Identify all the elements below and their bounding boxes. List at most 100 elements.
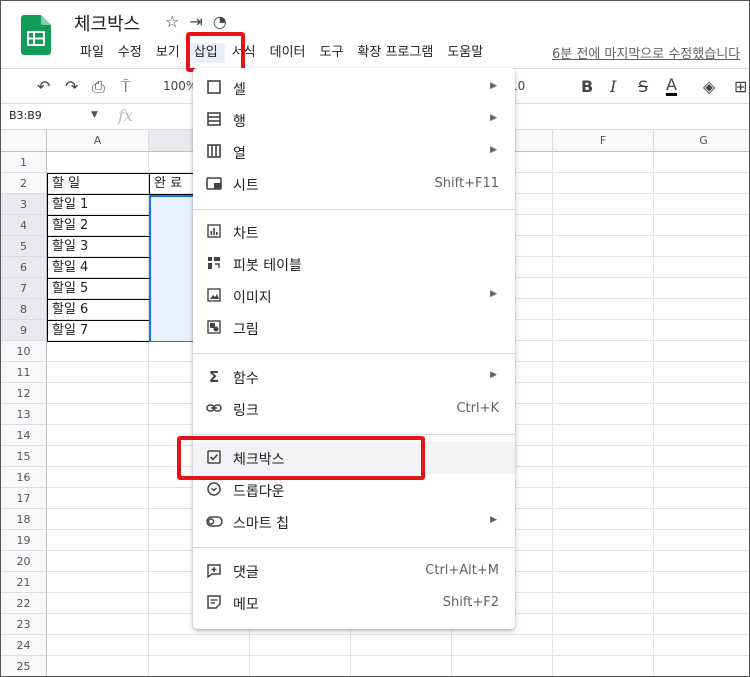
name-box[interactable]: B3:B9 xyxy=(9,109,42,122)
row-header-17[interactable]: 17 xyxy=(1,488,47,509)
row-header-4[interactable]: 4 xyxy=(1,215,47,236)
text-color-button[interactable]: A xyxy=(666,77,677,96)
drawing-icon xyxy=(206,320,222,336)
undo-icon[interactable]: ↶ xyxy=(37,77,50,96)
submenu-arrow-icon: ▶ xyxy=(490,370,497,380)
menu-item-image[interactable]: 이미지 ▶ xyxy=(193,280,515,312)
menu-item-pivot-label: 피봇 테이블 xyxy=(233,258,302,274)
row-header-18[interactable]: 18 xyxy=(1,509,47,530)
select-all-corner[interactable] xyxy=(1,130,47,152)
menu-tools[interactable]: 도구 xyxy=(313,43,351,63)
menu-item-function-label: 함수 xyxy=(233,371,259,387)
row-header-6[interactable]: 6 xyxy=(1,257,47,278)
menu-item-comment[interactable]: 댓글 Ctrl+Alt+M xyxy=(193,555,515,587)
italic-button[interactable]: I xyxy=(610,77,616,96)
redo-icon[interactable]: ↷ xyxy=(65,77,78,96)
name-box-dropdown-icon[interactable]: ▼ xyxy=(91,110,98,120)
menu-item-image-label: 이미지 xyxy=(233,290,272,306)
row-header-24[interactable]: 24 xyxy=(1,635,47,656)
row-header-14[interactable]: 14 xyxy=(1,425,47,446)
paint-format-icon[interactable]: ⍑ xyxy=(121,77,131,97)
menu-extensions[interactable]: 확장 프로그램 xyxy=(350,43,440,63)
menu-item-cell[interactable]: 셀 ▶ xyxy=(193,72,515,104)
column-header-f[interactable]: F xyxy=(553,130,654,152)
borders-icon[interactable]: ⊞ xyxy=(734,77,747,96)
column-header-g[interactable]: G xyxy=(654,130,749,152)
row-header-2[interactable]: 2 xyxy=(1,173,47,194)
menu-item-note-shortcut: Shift+F2 xyxy=(442,595,499,610)
menu-divider xyxy=(193,209,515,210)
menu-file[interactable]: 파일 xyxy=(73,43,111,63)
menu-view[interactable]: 보기 xyxy=(149,43,187,63)
row-header-13[interactable]: 13 xyxy=(1,404,47,425)
sheets-logo-icon[interactable] xyxy=(21,15,51,55)
print-icon[interactable]: ⎙ xyxy=(92,77,105,97)
menu-item-drawing[interactable]: 그림 xyxy=(193,312,515,344)
star-icon[interactable]: ☆ xyxy=(165,12,179,31)
menu-item-link-shortcut: Ctrl+K xyxy=(456,401,499,416)
move-folder-icon[interactable]: ⇥ xyxy=(189,12,202,31)
submenu-arrow-icon: ▶ xyxy=(490,145,497,155)
menu-item-pivot[interactable]: 피봇 테이블 xyxy=(193,248,515,280)
row-header-16[interactable]: 16 xyxy=(1,467,47,488)
menu-help[interactable]: 도움말 xyxy=(440,43,490,63)
menu-item-note[interactable]: 메모 Shift+F2 xyxy=(193,587,515,619)
menubar: 파일 수정 보기 삽입 서식 데이터 도구 확장 프로그램 도움말 xyxy=(73,43,490,63)
cell-a5[interactable]: 할일 3 xyxy=(47,236,150,258)
sheet-icon xyxy=(206,176,222,192)
menu-data[interactable]: 데이터 xyxy=(263,43,313,63)
menu-item-dropdown-label: 드롭다운 xyxy=(233,484,285,500)
row-header-10[interactable]: 10 xyxy=(1,341,47,362)
sigma-icon: Σ xyxy=(208,368,220,386)
row-header-9[interactable]: 9 xyxy=(1,320,47,341)
cell-a6[interactable]: 할일 4 xyxy=(47,257,150,279)
pivot-icon xyxy=(206,256,222,272)
bold-button[interactable]: B xyxy=(581,77,593,96)
menu-item-cell-label: 셀 xyxy=(233,82,246,98)
row-header-19[interactable]: 19 xyxy=(1,530,47,551)
menu-item-chart[interactable]: 차트 xyxy=(193,216,515,248)
cell-a7[interactable]: 할일 5 xyxy=(47,278,150,300)
cell-a8[interactable]: 할일 6 xyxy=(47,299,150,321)
menu-item-sheet[interactable]: 시트 Shift+F11 xyxy=(193,168,515,200)
strikethrough-button[interactable]: S xyxy=(638,77,648,96)
menu-item-sheet-label: 시트 xyxy=(233,178,259,194)
row-header-5[interactable]: 5 xyxy=(1,236,47,257)
row-header-11[interactable]: 11 xyxy=(1,362,47,383)
cell-a4[interactable]: 할일 2 xyxy=(47,215,150,237)
last-edit-link[interactable]: 6분 전에 마지막으로 수정했습니다 xyxy=(552,43,740,62)
chip-icon xyxy=(206,514,223,530)
menu-item-row[interactable]: 행 ▶ xyxy=(193,104,515,136)
cell-a3[interactable]: 할일 1 xyxy=(47,194,150,216)
menu-divider xyxy=(193,353,515,354)
menu-item-function[interactable]: Σ 함수 ▶ xyxy=(193,361,515,393)
submenu-arrow-icon: ▶ xyxy=(490,113,497,123)
document-title[interactable]: 체크박스 xyxy=(74,10,140,36)
fx-icon: fx xyxy=(118,106,133,125)
menu-edit[interactable]: 수정 xyxy=(111,43,149,63)
row-header-3[interactable]: 3 xyxy=(1,194,47,215)
menu-item-link[interactable]: 링크 Ctrl+K xyxy=(193,393,515,425)
row-header-22[interactable]: 22 xyxy=(1,593,47,614)
row-header-8[interactable]: 8 xyxy=(1,299,47,320)
row-header-20[interactable]: 20 xyxy=(1,551,47,572)
cloud-status-icon[interactable]: ◔ xyxy=(213,12,227,31)
fill-color-icon[interactable]: ◈ xyxy=(703,77,715,96)
link-icon xyxy=(206,401,222,417)
menu-item-column[interactable]: 열 ▶ xyxy=(193,136,515,168)
row-header-23[interactable]: 23 xyxy=(1,614,47,635)
cell-a9[interactable]: 할일 7 xyxy=(47,320,150,342)
row-header-15[interactable]: 15 xyxy=(1,446,47,467)
menu-item-smart-chip[interactable]: 스마트 칩 ▶ xyxy=(193,506,515,538)
row-header-7[interactable]: 7 xyxy=(1,278,47,299)
row-header-1[interactable]: 1 xyxy=(1,152,47,173)
column-header-a[interactable]: A xyxy=(47,130,149,152)
chart-icon xyxy=(206,224,222,240)
row-header-12[interactable]: 12 xyxy=(1,383,47,404)
square-icon xyxy=(206,80,222,96)
menu-item-note-label: 메모 xyxy=(233,597,259,613)
row-header-21[interactable]: 21 xyxy=(1,572,47,593)
comment-icon xyxy=(206,563,222,579)
cell-a2[interactable]: 할 일 xyxy=(47,173,150,195)
row-header-25[interactable]: 25 xyxy=(1,656,47,676)
